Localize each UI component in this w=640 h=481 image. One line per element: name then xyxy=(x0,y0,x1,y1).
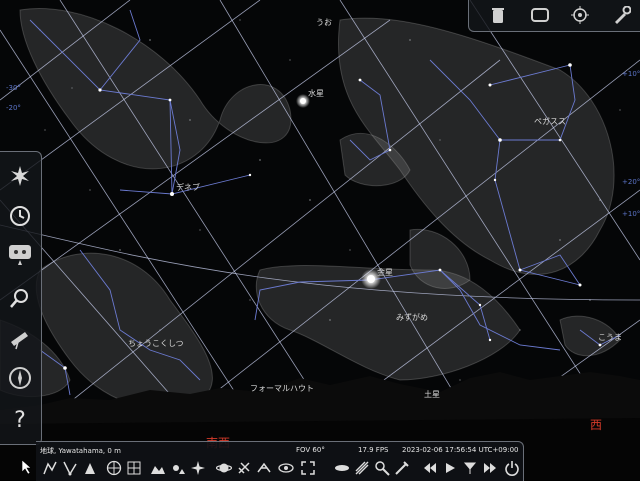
deneb-label: デネブ xyxy=(176,183,200,192)
grid-edge-label: -20° xyxy=(6,104,21,112)
venus-label: 金星 xyxy=(377,268,393,277)
sky-view[interactable] xyxy=(0,0,640,480)
telescope-icon[interactable] xyxy=(6,324,34,352)
planets-button[interactable] xyxy=(214,458,233,477)
pegasus-label: ペガスス xyxy=(534,117,566,126)
play-button[interactable] xyxy=(440,458,459,477)
aquarius-label: みずがめ xyxy=(396,313,428,322)
eye-icon[interactable] xyxy=(276,458,295,477)
power-icon[interactable] xyxy=(502,458,521,477)
bottom-toolbar: 地球, Yawatahama, 0 m FOV 60° 17.9 FPS 202… xyxy=(36,441,524,481)
compass-icon[interactable] xyxy=(6,364,34,392)
fomalhaut-label: フォーマルハウト xyxy=(250,384,314,393)
search-icon[interactable] xyxy=(6,284,34,312)
fps-text: 17.9 FPS xyxy=(358,446,389,454)
equatorial-grid-button[interactable] xyxy=(104,458,123,477)
ground-button[interactable] xyxy=(148,458,167,477)
meteor-button[interactable] xyxy=(352,458,371,477)
top-toolbar xyxy=(468,0,640,32)
constellation-labels-button[interactable] xyxy=(60,458,79,477)
fullscreen-button[interactable] xyxy=(298,458,317,477)
constellation-lines-button[interactable] xyxy=(40,458,59,477)
sculptor-label: ちょうこくしつ xyxy=(128,339,184,348)
cardinal-west: 西 xyxy=(590,418,603,432)
deep-sky-button[interactable] xyxy=(234,458,253,477)
help-icon[interactable]: ? xyxy=(6,406,34,434)
datetime-text[interactable]: 2023-02-06 17:56:54 UTC+09:00 xyxy=(402,446,518,454)
pisces-label: うお xyxy=(316,18,332,27)
grid-edge-label: +10° xyxy=(622,210,640,218)
grid-edge-label: +20° xyxy=(622,178,640,186)
ocular-button[interactable] xyxy=(392,458,411,477)
tool-icon[interactable] xyxy=(611,4,633,26)
satellites-button[interactable] xyxy=(332,458,351,477)
azimuthal-grid-button[interactable] xyxy=(124,458,143,477)
equuleus-label: こうま xyxy=(598,333,622,342)
saturn-label: 土星 xyxy=(424,390,440,399)
grid-edge-label: -30° xyxy=(6,84,21,92)
sky-display-icon[interactable] xyxy=(6,162,34,190)
mouse-cursor-icon xyxy=(22,460,32,474)
clock-icon[interactable] xyxy=(6,202,34,230)
nebula-button[interactable] xyxy=(254,458,273,477)
screen-icon[interactable] xyxy=(529,4,551,26)
constellation-art-button[interactable] xyxy=(80,458,99,477)
location-text[interactable]: 地球, Yawatahama, 0 m xyxy=(40,446,121,456)
view-icon[interactable] xyxy=(6,240,34,268)
fov-text: FOV 60° xyxy=(296,446,325,454)
mercury-label: 水星 xyxy=(308,89,324,98)
trash-icon[interactable] xyxy=(487,4,509,26)
rewind-button[interactable] xyxy=(420,458,439,477)
star-button[interactable] xyxy=(188,458,207,477)
search-tool-icon[interactable] xyxy=(372,458,391,477)
atmosphere-button[interactable] xyxy=(168,458,187,477)
forward-button[interactable] xyxy=(480,458,499,477)
grid-edge-label: +10° xyxy=(622,70,640,78)
left-toolbar: ? xyxy=(0,151,42,445)
now-button[interactable] xyxy=(460,458,479,477)
target-icon[interactable] xyxy=(569,4,591,26)
